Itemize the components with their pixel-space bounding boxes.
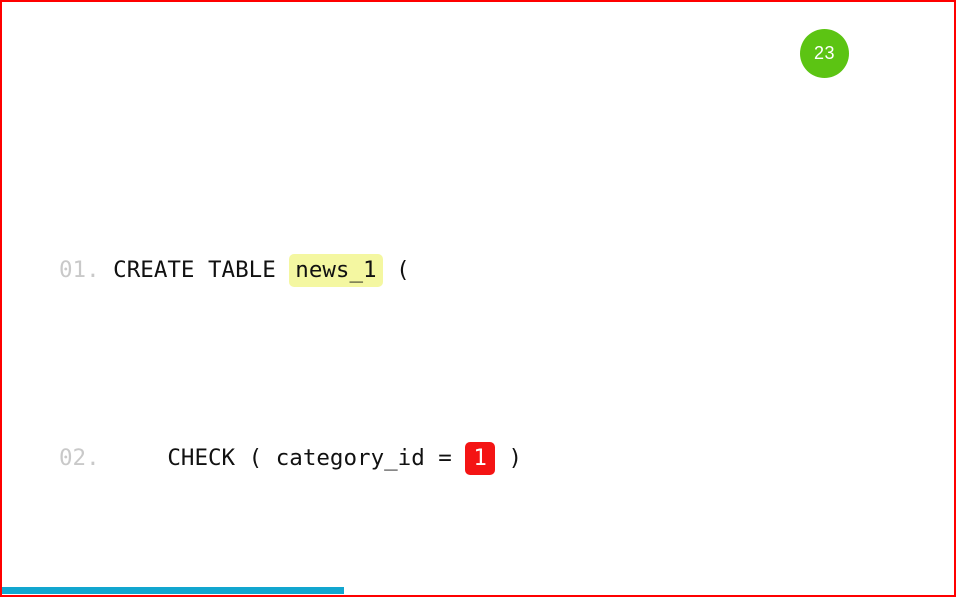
code-segment-plain: ( [382, 257, 410, 283]
line-number: 02. [59, 445, 100, 471]
line-number: 01. [59, 257, 100, 283]
highlighted-token-category-id-value: 1 [465, 442, 495, 475]
slide-progress-fill [2, 587, 344, 594]
code-line: 02. CHECK ( category_id = 1 ) [59, 435, 522, 482]
slide-container: 23 01. CREATE TABLE news_1 ( 02. CHECK (… [0, 0, 956, 597]
code-segment-plain: CHECK ( category_id = [99, 445, 466, 471]
slide-number-badge: 23 [800, 29, 849, 78]
highlighted-token-table-name: news_1 [289, 254, 383, 287]
code-segment-plain: ) [494, 445, 523, 471]
code-line: 01. CREATE TABLE news_1 ( [59, 247, 522, 294]
code-segment-plain: CREATE TABLE [99, 257, 290, 283]
slide-progress-track [2, 587, 954, 594]
code-block: 01. CREATE TABLE news_1 ( 02. CHECK ( ca… [59, 106, 522, 595]
